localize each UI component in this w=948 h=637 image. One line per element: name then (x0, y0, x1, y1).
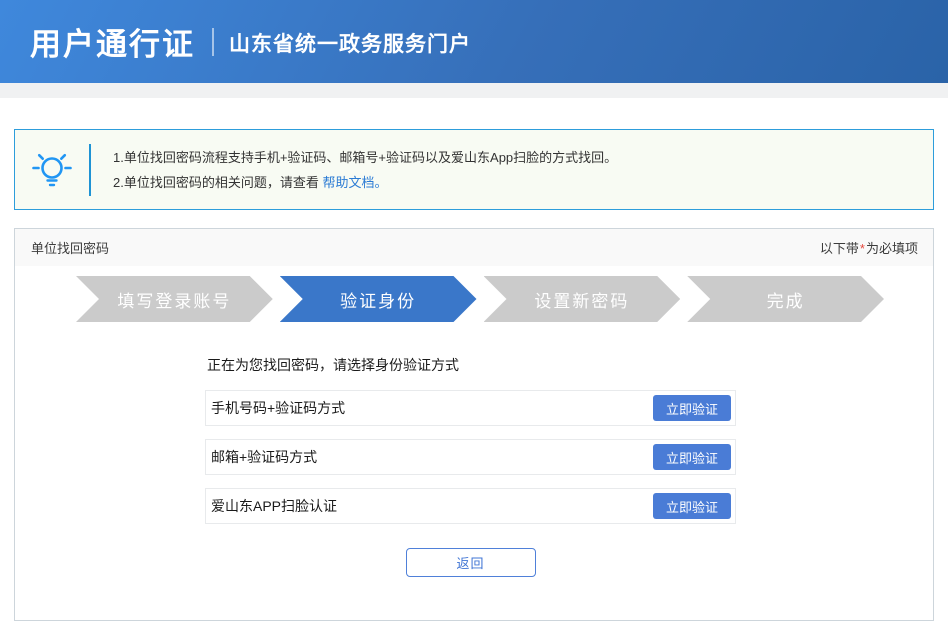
recover-password-panel: 单位找回密码 以下带*为必填项 填写登录账号 验证身份 设置新密码 完成 正在为… (14, 228, 934, 621)
verify-now-button-email[interactable]: 立即验证 (653, 444, 731, 470)
option-row-phone: 手机号码+验证码方式 立即验证 (205, 390, 736, 426)
header-divider (212, 28, 214, 56)
lightbulb-icon (15, 147, 89, 193)
site-header: 用户通行证 山东省统一政务服务门户 (0, 0, 948, 83)
notice-line-2-suffix: 。 (374, 175, 387, 190)
back-button[interactable]: 返回 (406, 548, 536, 577)
step-indicator: 填写登录账号 验证身份 设置新密码 完成 (76, 276, 884, 322)
notice-line-2-text: 2.单位找回密码的相关问题，请查看 (113, 175, 322, 190)
verify-prompt: 正在为您找回密码，请选择身份验证方式 (207, 355, 736, 375)
option-label-face-scan: 爱山东APP扫脸认证 (211, 496, 337, 516)
verify-now-button-phone[interactable]: 立即验证 (653, 395, 731, 421)
option-label-email: 邮箱+验证码方式 (211, 447, 317, 467)
verify-now-button-face-scan[interactable]: 立即验证 (653, 493, 731, 519)
panel-title: 单位找回密码 (31, 238, 109, 257)
notice-line-2: 2.单位找回密码的相关问题，请查看 帮助文档。 (113, 170, 617, 195)
step-complete: 完成 (687, 276, 884, 322)
site-title: 用户通行证 (30, 19, 195, 64)
option-row-email: 邮箱+验证码方式 立即验证 (205, 439, 736, 475)
option-label-phone: 手机号码+验证码方式 (211, 398, 345, 418)
required-note: 以下带*为必填项 (820, 238, 918, 257)
panel-title-bar: 单位找回密码 以下带*为必填项 (15, 229, 933, 266)
header-strip (0, 83, 948, 98)
step-fill-account: 填写登录账号 (76, 276, 273, 322)
notice-box: 1.单位找回密码流程支持手机+验证码、邮箱号+验证码以及爱山东App扫脸的方式找… (14, 129, 934, 210)
step-set-new-password: 设置新密码 (484, 276, 681, 322)
required-star: * (859, 241, 866, 256)
site-subtitle: 山东省统一政务服务门户 (229, 26, 471, 58)
help-doc-link[interactable]: 帮助文档 (322, 175, 374, 190)
notice-line-1: 1.单位找回密码流程支持手机+验证码、邮箱号+验证码以及爱山东App扫脸的方式找… (113, 145, 617, 170)
option-row-face-scan: 爱山东APP扫脸认证 立即验证 (205, 488, 736, 524)
step-verify-identity: 验证身份 (280, 276, 477, 322)
